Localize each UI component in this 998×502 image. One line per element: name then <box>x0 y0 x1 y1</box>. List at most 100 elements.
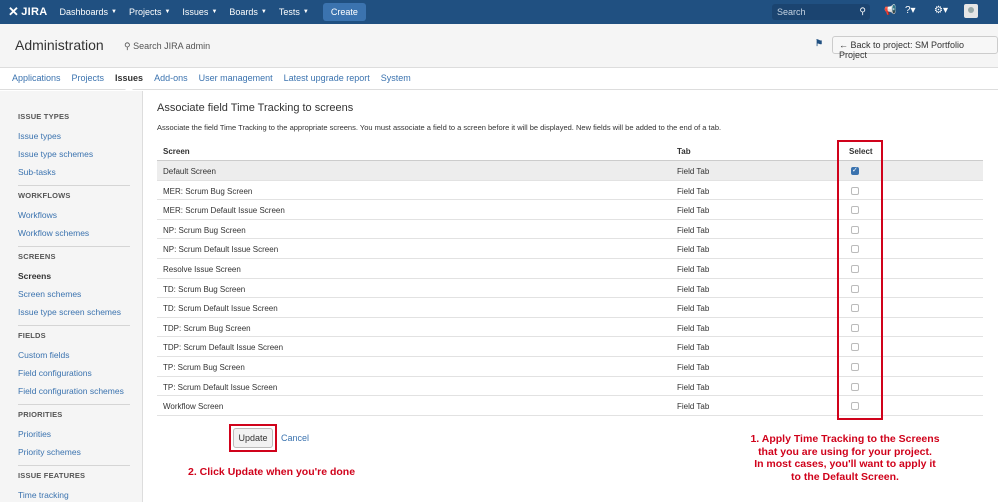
nav-item-label: Projects <box>128 7 162 17</box>
cancel-link[interactable]: Cancel <box>281 433 309 443</box>
sidebar-heading: ISSUE FEATURES <box>18 471 86 480</box>
create-button[interactable]: Create <box>322 3 366 21</box>
nav-item-label: Issues <box>182 7 209 17</box>
nav-item-dashboards[interactable]: Dashboards ▼ <box>59 7 116 17</box>
jira-logo-text: JIRA <box>21 6 48 18</box>
global-search-placeholder: Search <box>777 7 806 17</box>
sidebar-item-screen-schemes[interactable]: Screen schemes <box>10 289 81 299</box>
back-to-project-button[interactable]: ← Back to project: SM Portfolio Project <box>832 36 998 60</box>
sidebar-item-issue-types[interactable]: Issue types <box>10 131 61 141</box>
chevron-down-icon: ▼ <box>260 9 267 15</box>
nav-item-tests[interactable]: Tests ▼ <box>279 7 309 17</box>
section-title: Associate field Time Tracking to screens <box>157 102 354 114</box>
sidebar-item-screens[interactable]: Screens <box>10 271 51 281</box>
tab-name: Field Tab <box>677 323 710 333</box>
megaphone-icon[interactable]: 📢 <box>884 5 896 16</box>
sidebar-divider <box>18 185 130 186</box>
chevron-down-icon: ▼ <box>164 9 171 15</box>
screen-name: TD: Scrum Bug Screen <box>163 284 246 294</box>
sidebar-heading: WORKFLOWS <box>18 191 71 200</box>
sidebar-item-workflows[interactable]: Workflows <box>10 210 57 220</box>
screen-name: NP: Scrum Default Issue Screen <box>163 245 279 255</box>
back-to-project-label: Back to project: SM Portfolio Project <box>839 40 965 60</box>
sidebar-item-field-configurations[interactable]: Field configurations <box>10 368 92 378</box>
sidebar-item-time-tracking[interactable]: Time tracking <box>10 490 69 500</box>
admin-tabs: Applications Projects Issues Add-ons User ma… <box>0 68 998 91</box>
screen-name: Default Screen <box>163 167 216 176</box>
sidebar-heading: PRIORITIES <box>18 410 63 419</box>
nav-item-issues[interactable]: Issues ▼ <box>182 7 217 17</box>
screen-name: MER: Scrum Default Issue Screen <box>163 206 285 216</box>
tab-name: Field Tab <box>677 284 710 294</box>
admin-search-link[interactable]: ⚲ Search JIRA admin <box>124 41 210 52</box>
sidebar-divider <box>18 465 130 466</box>
sidebar-item-priorities[interactable]: Priorities <box>10 429 51 439</box>
nav-item-label: Boards <box>229 7 258 17</box>
tab-name: Field Tab <box>677 362 710 372</box>
update-annotation-note: 2. Click Update when you're done <box>188 466 356 478</box>
select-annotation-line: 1. Apply Time Tracking to the Screens <box>750 433 940 445</box>
tab-system[interactable]: System <box>381 68 411 90</box>
tab-name: Field Tab <box>677 186 710 196</box>
sidebar-item-workflow-schemes[interactable]: Workflow schemes <box>10 228 89 238</box>
sidebar-divider <box>18 404 130 405</box>
tab-name: Field Tab <box>677 245 710 255</box>
help-icon[interactable]: ?▾ <box>905 5 916 16</box>
column-header-tab: Tab <box>677 147 691 156</box>
feedback-flag-icon[interactable]: ⚑ <box>815 38 823 49</box>
update-button[interactable]: Update <box>233 428 273 448</box>
sidebar-item-sub-tasks[interactable]: Sub-tasks <box>10 167 56 177</box>
page-title: Administration <box>15 37 104 53</box>
search-icon: ⚲ <box>124 41 131 51</box>
avatar[interactable] <box>964 4 978 18</box>
nav-item-projects[interactable]: Projects ▼ <box>129 7 170 17</box>
tab-applications[interactable]: Applications <box>12 68 61 90</box>
chevron-down-icon: ▼ <box>111 9 117 15</box>
sidebar-item-issue-type-schemes[interactable]: Issue type schemes <box>10 149 93 159</box>
tab-issues[interactable]: Issues <box>115 68 143 91</box>
sidebar-item-field-configuration-schemes[interactable]: Field configuration schemes <box>10 386 124 396</box>
tab-name: Field Tab <box>677 167 710 176</box>
admin-header: Administration ⚲ Search JIRA admin ⚑ ← B… <box>0 24 998 68</box>
nav-item-label: Tests <box>278 7 300 17</box>
chevron-down-icon: ▼ <box>211 9 218 15</box>
section-description: Associate the field Time Tracking to the… <box>157 123 722 132</box>
screen-name: TP: Scrum Bug Screen <box>163 362 245 372</box>
screen-name: Workflow Screen <box>163 402 224 412</box>
select-annotation-note: 1. Apply Time Tracking to the Screens tha… <box>730 433 960 483</box>
select-annotation-line: In most cases, you'll want to apply it <box>754 458 936 470</box>
screen-name: TDP: Scrum Bug Screen <box>163 323 251 333</box>
screen-name: TDP: Scrum Default Issue Screen <box>163 343 284 353</box>
sidebar-item-priority-schemes[interactable]: Priority schemes <box>10 447 81 457</box>
jira-logo[interactable]: ✕ JIRA <box>8 4 47 20</box>
chevron-down-icon: ▼ <box>302 9 309 15</box>
top-nav-bar: ✕ JIRA Dashboards ▼ Projects ▼ Issues ▼ Boards… <box>0 0 998 24</box>
sidebar-divider <box>18 325 130 326</box>
global-search-input[interactable]: Search ⚲ <box>772 4 870 20</box>
tab-name: Field Tab <box>677 343 710 353</box>
select-column-highlight <box>837 140 883 420</box>
tab-name: Field Tab <box>677 382 710 392</box>
nav-item-boards[interactable]: Boards ▼ <box>229 7 266 17</box>
sidebar-item-custom-fields[interactable]: Custom fields <box>10 350 70 360</box>
gear-icon[interactable]: ⚙▾ <box>934 5 948 16</box>
screen-name: NP: Scrum Bug Screen <box>163 225 246 235</box>
screen-name: TP: Scrum Default Issue Screen <box>163 382 278 392</box>
select-annotation-line: that you are using for your project. <box>758 445 932 458</box>
sidebar-divider <box>18 246 130 247</box>
tab-name: Field Tab <box>677 402 710 412</box>
sidebar-heading: SCREENS <box>18 252 56 261</box>
nav-item-label: Dashboards <box>59 7 108 17</box>
tab-projects[interactable]: Projects <box>72 68 105 90</box>
search-icon: ⚲ <box>859 6 866 16</box>
tab-latest-upgrade-report[interactable]: Latest upgrade report <box>284 68 370 90</box>
tab-name: Field Tab <box>677 225 710 235</box>
screen-name: MER: Scrum Bug Screen <box>163 186 253 196</box>
tab-user-management[interactable]: User management <box>199 68 273 90</box>
tab-add-ons[interactable]: Add-ons <box>154 68 188 90</box>
sidebar-heading: FIELDS <box>18 331 46 340</box>
tab-name: Field Tab <box>677 264 710 274</box>
jira-logo-icon: ✕ <box>8 4 20 19</box>
admin-search-label: Search JIRA admin <box>133 41 211 51</box>
sidebar-item-issue-type-screen-schemes[interactable]: Issue type screen schemes <box>10 307 121 317</box>
